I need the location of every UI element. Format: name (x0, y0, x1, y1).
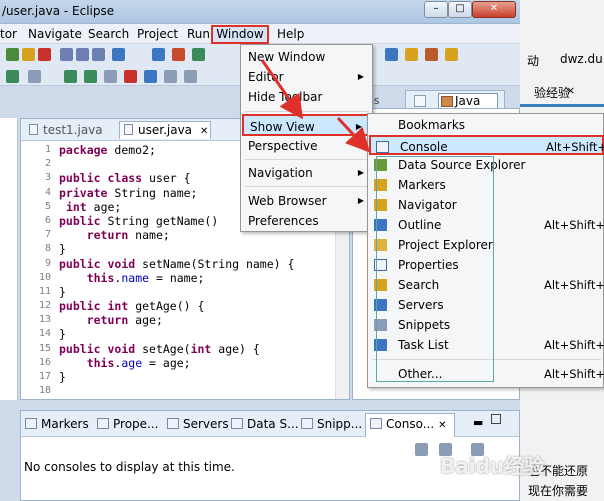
watermark: Baidu经验 (440, 454, 545, 478)
annotation-arrows (260, 59, 371, 153)
arrow-to-console (336, 116, 371, 153)
arrow-to-show-view (260, 59, 304, 120)
